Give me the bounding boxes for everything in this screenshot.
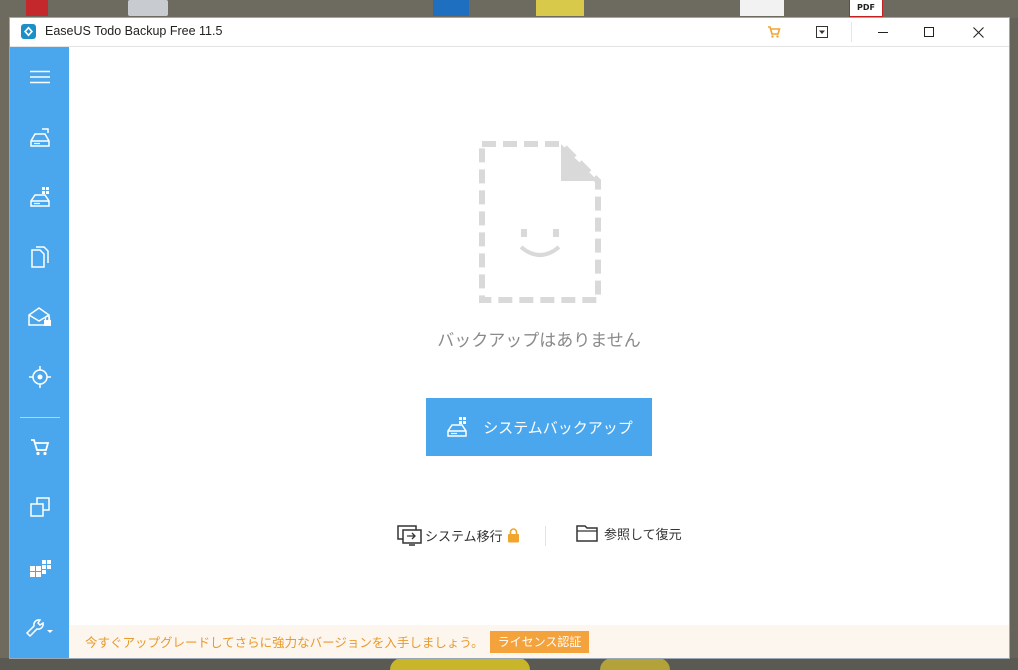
sidebar-item-system-backup[interactable] [10, 177, 69, 217]
maximize-icon [924, 27, 934, 37]
secondary-actions: システム移行 参照して復元 [69, 523, 1009, 549]
tools-icon [25, 619, 53, 638]
empty-document-icon [479, 141, 601, 307]
system-backup-icon [29, 187, 50, 207]
desktop-icon[interactable] [536, 0, 584, 16]
sidebar-item-system-tools[interactable] [10, 547, 69, 587]
windows-icon [29, 560, 51, 577]
browse-to-recover-label: 参照して復元 [604, 527, 682, 543]
system-backup-button[interactable]: システムバックアップ [426, 398, 652, 456]
sidebar-item-tools[interactable] [10, 607, 69, 647]
dropdown-icon [816, 26, 828, 38]
menu-icon [29, 70, 50, 84]
sidebar-item-file-backup[interactable] [10, 237, 69, 277]
close-icon [972, 26, 984, 38]
cart-icon [768, 26, 781, 38]
store-cart-button[interactable] [762, 18, 786, 46]
license-activation-button[interactable]: ライセンス認証 [489, 630, 590, 653]
maximize-button[interactable] [906, 18, 952, 46]
browse-to-recover-button[interactable]: 参照して復元 [576, 523, 682, 543]
desktop-icon[interactable] [128, 0, 168, 16]
system-transfer-icon [397, 525, 422, 546]
upgrade-message: 今すぐアップグレードしてさらに強力なバージョンを入手しましょう。 [85, 635, 484, 650]
upgrade-banner: 今すぐアップグレードしてさらに強力なバージョンを入手しましょう。 ライセンス認証 [69, 625, 1009, 658]
system-transfer-label: システム移行 [425, 529, 503, 545]
title-bar[interactable]: EaseUS Todo Backup Free 11.5 [10, 18, 1009, 47]
main-panel: バックアップはありません システムバックアップ システム移行 参照して復元 [69, 47, 1009, 625]
sidebar-item-store[interactable] [10, 427, 69, 467]
pdf-desktop-icon[interactable]: PDF [849, 0, 883, 17]
sidebar [10, 47, 69, 658]
sidebar-item-mail-backup[interactable] [10, 297, 69, 337]
app-window: EaseUS Todo Backup Free 11.5 バックアップはありませ… [10, 18, 1009, 658]
mail-backup-icon [27, 307, 51, 326]
sidebar-menu-button[interactable] [10, 57, 69, 97]
minimize-button[interactable] [860, 18, 906, 46]
system-transfer-button[interactable]: システム移行 [396, 523, 520, 547]
desktop-icon[interactable] [740, 0, 784, 16]
close-button[interactable] [955, 18, 1001, 46]
disk-backup-icon [29, 128, 50, 147]
window-title: EaseUS Todo Backup Free 11.5 [45, 24, 223, 38]
system-backup-icon [445, 416, 469, 438]
app-logo-icon [21, 24, 36, 39]
sidebar-divider [20, 417, 60, 418]
lock-icon [507, 527, 519, 542]
desktop-icon[interactable] [433, 0, 469, 16]
folder-icon [576, 525, 598, 542]
clone-icon [29, 497, 50, 517]
file-backup-icon [30, 246, 49, 268]
sidebar-item-disk-backup[interactable] [10, 117, 69, 157]
options-dropdown-button[interactable] [810, 18, 834, 46]
sidebar-item-smart-backup[interactable] [10, 357, 69, 397]
minimize-icon [878, 32, 888, 33]
system-backup-label: システムバックアップ [483, 418, 633, 437]
sidebar-item-clone[interactable] [10, 487, 69, 527]
desktop-icon[interactable] [26, 0, 48, 16]
cart-icon [30, 439, 49, 456]
no-backups-message: バックアップはありません [437, 331, 641, 351]
smart-backup-icon [28, 366, 51, 388]
